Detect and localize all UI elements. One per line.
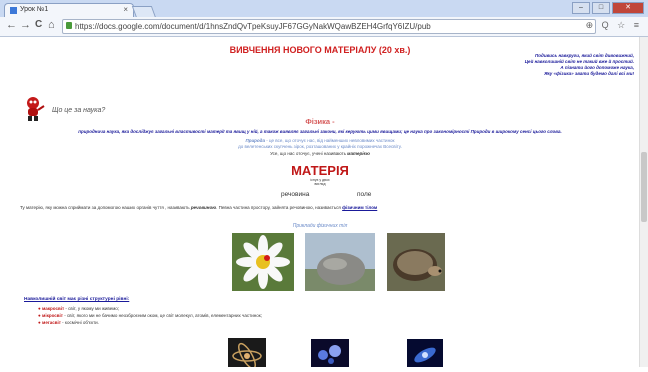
back-icon[interactable]: ← <box>6 19 17 31</box>
question-text: Що це за наука? <box>52 107 106 114</box>
reload-icon[interactable]: C <box>35 19 42 30</box>
physical-body-link[interactable]: фізичним тілом <box>342 205 377 210</box>
substance-label: речовина <box>281 191 310 198</box>
nature-term: Природа <box>245 138 265 143</box>
galaxy-photo-icon <box>407 339 443 372</box>
list-term: макросвіт <box>41 306 65 311</box>
list-text: - космічні об'єкти. <box>60 320 99 325</box>
matter-heading: МАТЕРІЯ <box>291 163 349 178</box>
lock-icon <box>66 22 72 29</box>
list-bullet: ● <box>38 320 41 325</box>
list-bullet: ● <box>38 313 41 318</box>
matter-definition-text: Ту матерію, яку можна сприймати за допом… <box>20 205 191 210</box>
substance-term: речовиною <box>190 205 217 210</box>
tab-close-icon[interactable]: × <box>123 5 128 14</box>
minimize-button[interactable]: – <box>572 2 590 14</box>
page-scrollbar[interactable] <box>639 37 648 367</box>
matter-definition: Ту матерію, яку можна сприймати за допом… <box>20 205 377 210</box>
nature-definition-text: - це все, що оточує нас, від найменших н… <box>264 138 395 143</box>
nature-definition-cont: до велетенських скупчень зірок, розташов… <box>238 144 402 149</box>
matter-intro: Усе, що нас оточує, учені називають мате… <box>0 151 640 156</box>
scrollbar-thumb[interactable] <box>641 152 647 222</box>
matter-definition-text: . Певна частина простору, зайнята речови… <box>216 205 343 210</box>
stone-photo-icon <box>305 233 375 296</box>
list-term: мікросвіт <box>41 313 63 318</box>
address-bar[interactable]: https://docs.google.com/document/d/1hnsZ… <box>62 19 596 34</box>
docs-favicon-icon <box>10 7 17 14</box>
tab-title: Урок №1 <box>20 6 49 13</box>
list-item: ● мікросвіт - світ, якого ми не бачимо н… <box>38 313 262 318</box>
matter-intro-text: Усе, що нас оточує, учені називають <box>270 151 348 156</box>
list-term: мегасвіт <box>41 320 61 325</box>
matter-note-line: вигляд <box>314 182 326 186</box>
forward-icon[interactable]: → <box>20 19 31 31</box>
matter-note: існує у двох вигляд <box>0 178 640 186</box>
browser-toolbar: ← → C ⌂ https://docs.google.com/document… <box>0 17 648 37</box>
maximize-button[interactable]: □ <box>592 2 610 14</box>
list-text: - світ, у якому ми живемо; <box>64 306 120 311</box>
browser-titlebar: Урок №1 × – □ ✕ <box>0 0 648 18</box>
url-text: https://docs.google.com/document/d/1hnsZ… <box>75 22 431 31</box>
list-bullet: ● <box>38 306 41 311</box>
close-window-button[interactable]: ✕ <box>612 2 644 14</box>
list-item: ● макросвіт - світ, у якому ми живемо; <box>38 306 119 311</box>
physics-definition: природнича наука, яка досліджує загальні… <box>78 129 562 134</box>
matter-intro-term: матерією <box>347 151 370 156</box>
structure-levels-title: Навколишній світ має різні структурні рі… <box>24 297 130 302</box>
physics-heading: Фізика - <box>305 117 335 126</box>
field-label: поле <box>357 191 372 198</box>
flower-photo-icon <box>232 233 294 296</box>
molecule-photo-icon <box>311 339 349 372</box>
home-icon[interactable]: ⌂ <box>48 19 55 31</box>
poem-block: Подивись навкруги, який світ дивовижний,… <box>525 53 634 77</box>
list-text: - світ, якого ми не бачимо неозброєним о… <box>62 313 262 318</box>
nature-definition: Природа - це все, що оточує нас, від най… <box>0 138 640 143</box>
list-item: ● мегасвіт - космічні об'єкти. <box>38 320 99 325</box>
poem-line: Яку «фізика» звати будемо далі всі ми! <box>544 71 634 76</box>
examples-caption: Приклади фізичних тіл <box>292 223 348 229</box>
browser-tab[interactable]: Урок №1 × <box>4 3 134 18</box>
hedgehog-photo-icon <box>387 233 445 296</box>
window-controls: – □ ✕ <box>572 2 644 14</box>
document-page: ВИВЧЕННЯ НОВОГО МАТЕРІАЛУ (20 хв.) Подив… <box>0 37 640 370</box>
toolbar-right-icons[interactable]: ⊕ Q ☆ ≡ <box>586 20 642 31</box>
